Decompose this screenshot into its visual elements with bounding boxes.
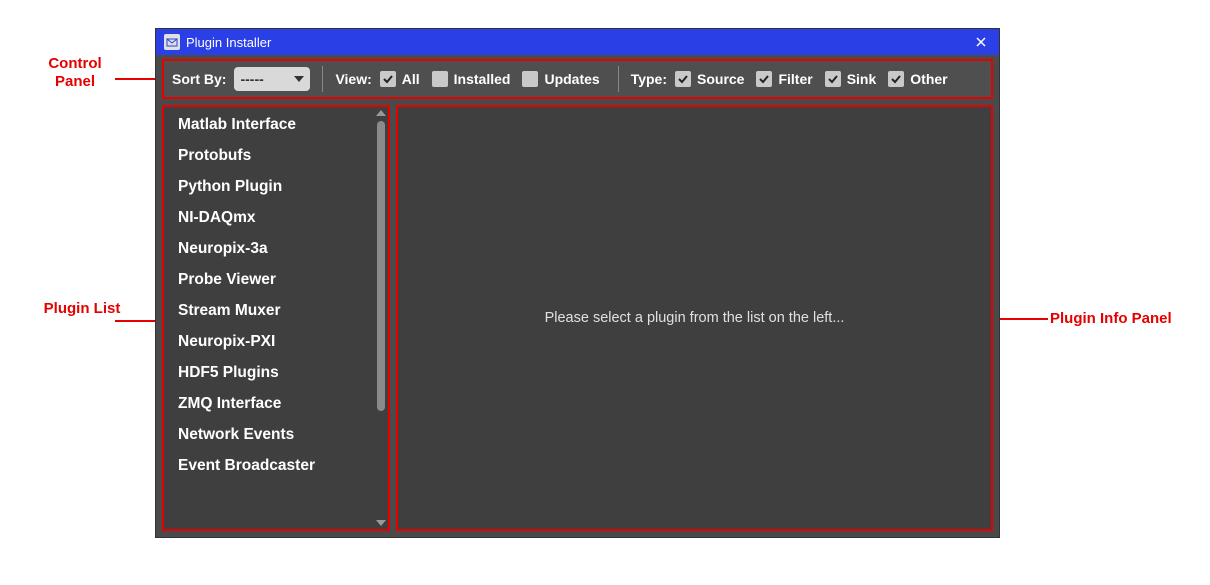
view-label: View: xyxy=(335,71,371,87)
window-title: Plugin Installer xyxy=(186,35,971,50)
list-item[interactable]: Network Events xyxy=(164,419,374,450)
app-icon xyxy=(164,34,180,50)
type-options: Source Filter Sink Other xyxy=(675,71,954,87)
list-item[interactable]: Neuropix-PXI xyxy=(164,326,374,357)
plugin-list-scroll: Matlab InterfaceProtobufsPython PluginNI… xyxy=(164,107,374,529)
scroll-thumb[interactable] xyxy=(377,121,385,411)
annotation-plugin-list: Plugin List xyxy=(42,300,122,318)
list-item[interactable]: Neuropix-3a xyxy=(164,233,374,264)
annotation-line xyxy=(115,78,160,80)
control-panel: Sort By: ----- View: All Installed Updates… xyxy=(162,59,993,99)
type-checkbox-filter[interactable] xyxy=(756,71,772,87)
list-item[interactable]: HDF5 Plugins xyxy=(164,357,374,388)
plugin-list: Matlab InterfaceProtobufsPython PluginNI… xyxy=(162,105,390,531)
list-item[interactable]: Event Broadcaster xyxy=(164,450,374,481)
scroll-down-icon[interactable] xyxy=(376,520,386,526)
view-checkbox-installed[interactable] xyxy=(432,71,448,87)
list-item[interactable]: ZMQ Interface xyxy=(164,388,374,419)
annotation-line xyxy=(115,320,160,322)
type-label-filter: Filter xyxy=(778,71,812,87)
sort-by-value: ----- xyxy=(240,71,263,87)
plugin-info-panel: Please select a plugin from the list on … xyxy=(396,105,993,531)
type-checkbox-source[interactable] xyxy=(675,71,691,87)
divider xyxy=(618,66,619,92)
close-button[interactable] xyxy=(971,32,991,52)
list-item[interactable]: Protobufs xyxy=(164,140,374,171)
type-label-other: Other xyxy=(910,71,947,87)
list-item[interactable]: Probe Viewer xyxy=(164,264,374,295)
view-options: All Installed Updates xyxy=(380,71,606,87)
view-label-all: All xyxy=(402,71,420,87)
titlebar: Plugin Installer xyxy=(156,29,999,55)
type-checkbox-other[interactable] xyxy=(888,71,904,87)
type-label-sink: Sink xyxy=(847,71,877,87)
app-window: Plugin Installer Sort By: ----- View: Al… xyxy=(155,28,1000,538)
sort-by-select[interactable]: ----- xyxy=(234,67,310,91)
sort-by-label: Sort By: xyxy=(172,71,226,87)
scroll-up-icon[interactable] xyxy=(376,110,386,116)
list-item[interactable]: Python Plugin xyxy=(164,171,374,202)
view-checkbox-all[interactable] xyxy=(380,71,396,87)
view-checkbox-updates[interactable] xyxy=(522,71,538,87)
close-icon xyxy=(975,36,987,48)
annotation-info-panel: Plugin Info Panel xyxy=(1050,310,1190,328)
view-label-installed: Installed xyxy=(454,71,511,87)
list-item[interactable]: Matlab Interface xyxy=(164,109,374,140)
annotation-line xyxy=(998,318,1048,320)
chevron-down-icon xyxy=(294,76,304,82)
view-label-updates: Updates xyxy=(544,71,599,87)
annotation-control-panel: Control Panel xyxy=(30,55,120,91)
list-item[interactable]: NI-DAQmx xyxy=(164,202,374,233)
type-label: Type: xyxy=(631,71,667,87)
type-label-source: Source xyxy=(697,71,744,87)
list-item[interactable]: Stream Muxer xyxy=(164,295,374,326)
type-checkbox-sink[interactable] xyxy=(825,71,841,87)
scrollbar[interactable] xyxy=(374,107,388,529)
info-placeholder: Please select a plugin from the list on … xyxy=(545,310,845,326)
divider xyxy=(322,66,323,92)
body-area: Matlab InterfaceProtobufsPython PluginNI… xyxy=(156,99,999,537)
